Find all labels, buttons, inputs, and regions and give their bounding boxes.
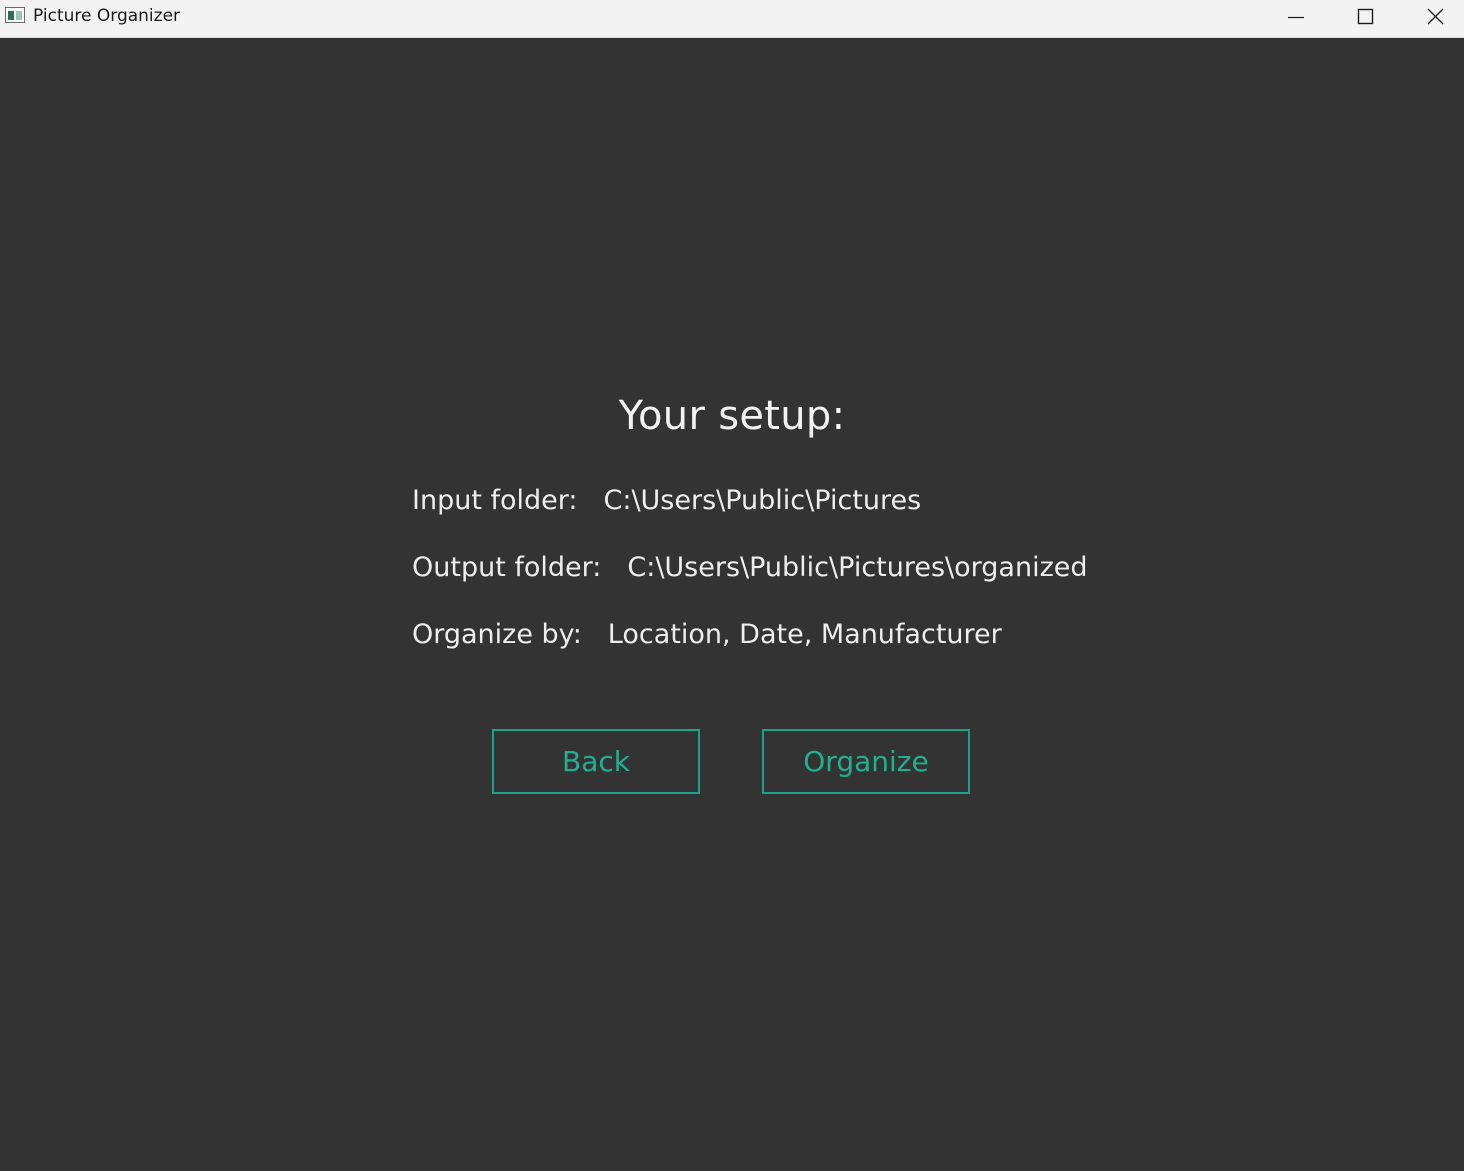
organize-by-label: Organize by: — [412, 619, 582, 650]
setup-summary-panel: Your setup: Input folder: C:\Users\Public… — [0, 38, 1464, 1171]
window-title: Picture Organizer — [33, 6, 181, 26]
app-icon — [5, 7, 25, 23]
output-folder-value: C:\Users\Public\Pictures\organized — [627, 552, 1088, 583]
minimize-icon — [1288, 16, 1304, 19]
organize-by-row: Organize by: Location, Date, Manufacturer — [412, 619, 1002, 650]
maximize-button[interactable] — [1331, 0, 1399, 37]
input-folder-label: Input folder: — [412, 485, 578, 516]
organize-button[interactable]: Organize — [762, 729, 970, 794]
minimize-button[interactable] — [1262, 0, 1330, 37]
output-folder-row: Output folder: C:\Users\Public\Pictures\o… — [412, 552, 1088, 583]
title-bar[interactable]: Picture Organizer — [0, 0, 1464, 38]
maximize-icon — [1357, 8, 1374, 25]
organize-by-value: Location, Date, Manufacturer — [607, 619, 1002, 650]
close-icon — [1427, 8, 1444, 25]
close-button[interactable] — [1401, 0, 1464, 37]
page-title: Your setup: — [618, 393, 846, 439]
output-folder-label: Output folder: — [412, 552, 602, 583]
input-folder-row: Input folder: C:\Users\Public\Pictures — [412, 485, 921, 516]
back-button[interactable]: Back — [492, 729, 700, 794]
input-folder-value: C:\Users\Public\Pictures — [603, 485, 922, 516]
app-window: Picture Organizer Your setup: Input fold… — [0, 0, 1464, 1171]
